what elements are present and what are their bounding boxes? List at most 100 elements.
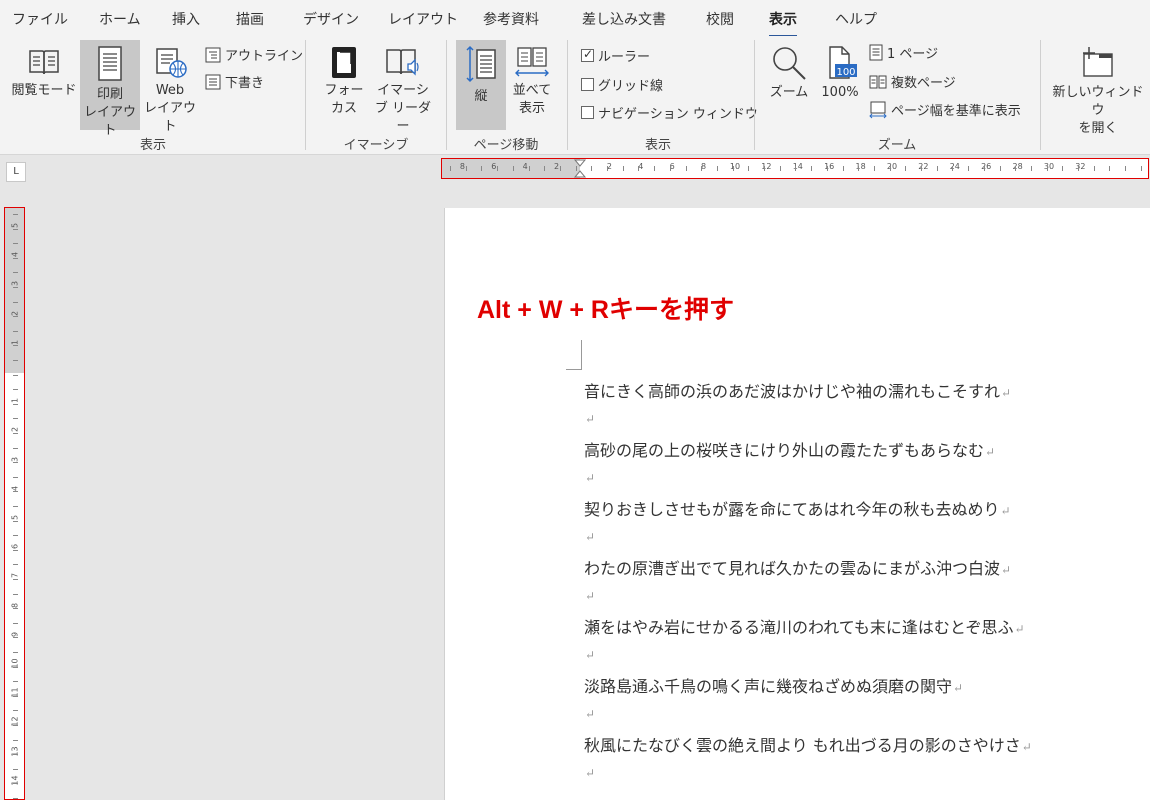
document-page[interactable]: Alt + W + Rキーを押す 音にきく高師の浜のあだ波はかけじや袖の濡れもこ…	[444, 208, 1150, 800]
one-page-button[interactable]: 1 ページ	[869, 43, 938, 62]
tab-insert[interactable]: 挿入	[172, 9, 200, 29]
group-separator	[1040, 40, 1041, 150]
document-paragraph[interactable]: 淡路島通ふ千鳥の鳴く声に幾夜ねざめぬ須磨の関守↵	[584, 673, 963, 697]
paragraph-mark-icon: ↵	[585, 588, 596, 603]
new-window-label-2: を開く	[1078, 121, 1118, 136]
paragraph-text: 契りおきしさせもが露を命にてあはれ今年の秋も去ぬめり	[584, 500, 1000, 519]
page-width-button[interactable]: ページ幅を基準に表示	[869, 100, 1021, 119]
instruction-annotation: Alt + W + Rキーを押す	[477, 296, 734, 324]
tab-design[interactable]: デザイン	[303, 9, 359, 29]
tab-file[interactable]: ファイル	[12, 9, 68, 29]
empty-paragraph[interactable]: ↵	[584, 526, 595, 545]
new-window-button[interactable]: 新しいウィンドウ を開く	[1048, 44, 1148, 138]
ruler-tick-label: 2	[10, 427, 20, 433]
group-separator	[567, 40, 568, 150]
draft-button[interactable]: 下書き	[205, 72, 264, 91]
multiple-pages-button[interactable]: 複数ページ	[869, 72, 956, 91]
ruler-minor-tick	[764, 166, 765, 171]
document-paragraph[interactable]: 高砂の尾の上の桜咲きにけり外山の霞たたずもあらなむ↵	[584, 437, 995, 461]
ruler-minor-tick	[669, 166, 671, 171]
document-paragraph[interactable]: 瀬をはやみ岩にせかるる滝川のわれても末に逢はむとぞ思ふ↵	[584, 614, 1025, 638]
tab-help[interactable]: ヘルプ	[835, 9, 877, 29]
ruler-tick-label: 28	[1012, 162, 1023, 171]
ruler-minor-tick	[1030, 166, 1032, 171]
gridlines-checkbox[interactable]: グリッド線	[581, 75, 663, 94]
zoom-label: ズーム	[769, 85, 809, 100]
tab-home[interactable]: ホーム	[99, 9, 141, 29]
tab-draw[interactable]: 描画	[236, 9, 264, 29]
ruler-tick-label: 11	[10, 687, 20, 698]
empty-paragraph[interactable]: ↵	[584, 585, 595, 604]
ruler-checkbox[interactable]: ルーラー	[581, 46, 650, 65]
ruler-minor-tick	[591, 166, 593, 171]
ruler-minor-tick	[622, 166, 624, 171]
zoom-button[interactable]: ズーム	[764, 44, 814, 102]
immersive-reader-button[interactable]: イマーシ ブ リーダー	[372, 44, 434, 136]
print-layout-button[interactable]: 印刷 レイアウト	[80, 40, 140, 138]
ruler-minor-tick	[1078, 166, 1079, 171]
tab-references[interactable]: 参考資料	[483, 9, 539, 29]
outline-button[interactable]: アウトライン	[205, 45, 303, 64]
ruler-minor-tick	[748, 166, 750, 171]
empty-paragraph[interactable]: ↵	[584, 762, 595, 781]
paragraph-mark-icon: ↵	[585, 470, 596, 485]
ruler-tick-label: 5	[10, 222, 20, 229]
paragraph-text: 秋風にたなびく雲の絶え間より もれ出づる月の影のさやけさ	[584, 736, 1021, 755]
vertical-ruler[interactable]: 5 4 3 2 1 1 2 3 4 5 6 7 8 9 10 11 12 13 14	[4, 207, 25, 800]
document-paragraph[interactable]: 音にきく高師の浜のあだ波はかけじや袖の濡れもこそすれ↵	[584, 378, 1011, 402]
ruler-minor-tick	[13, 462, 18, 464]
vertical-page-button[interactable]: 縦	[456, 40, 506, 130]
paragraph-text: わたの原漕ぎ出でて見れば久かたの雲ゐにまがふ沖つ白波	[584, 559, 1001, 578]
ruler-tick-label: 4	[522, 162, 528, 171]
ruler-minor-tick	[13, 506, 18, 507]
document-paragraph[interactable]: 契りおきしさせもが露を命にてあはれ今年の秋も去ぬめり↵	[584, 496, 1011, 520]
ruler-tick-label: 10	[10, 658, 20, 669]
ruler-tick-label: 3	[10, 281, 20, 287]
ruler-minor-tick	[13, 622, 18, 624]
print-layout-label-1: 印刷	[96, 87, 123, 102]
empty-paragraph[interactable]: ↵	[584, 644, 595, 663]
side-to-side-label-1: 並べて	[512, 83, 552, 98]
ruler-minor-tick	[13, 710, 18, 712]
ruler-minor-tick	[13, 798, 18, 799]
document-paragraph[interactable]: 秋風にたなびく雲の絶え間より もれ出づる月の影のさやけさ↵	[584, 732, 1032, 756]
zoom-100-icon-text: 100	[836, 67, 855, 78]
ruler-minor-tick	[905, 166, 907, 171]
tab-review[interactable]: 校閲	[706, 9, 734, 29]
ruler-minor-tick	[826, 166, 828, 171]
paragraph-text: 淡路島通ふ千鳥の鳴く声に幾夜ねざめぬ須磨の関守	[584, 677, 953, 696]
empty-paragraph[interactable]: ↵	[584, 408, 595, 427]
ruler-tick-label: 3	[10, 456, 20, 462]
zoom-100-button[interactable]: 100 100%	[816, 44, 864, 102]
web-layout-label-1: Web	[155, 83, 185, 98]
focus-button[interactable]: フォー カス	[314, 44, 374, 118]
ruler-minor-tick	[13, 666, 18, 668]
ruler-minor-tick	[13, 345, 18, 347]
read-mode-button[interactable]: 閲覧モード	[8, 44, 80, 100]
tab-mailings[interactable]: 差し込み文書	[582, 9, 666, 29]
ruler-minor-tick	[13, 257, 18, 259]
ruler-tick-label: 12	[10, 716, 20, 727]
tab-view[interactable]: 表示	[769, 9, 797, 38]
tab-selector[interactable]: L	[6, 162, 26, 182]
ruler-minor-tick	[13, 579, 18, 580]
ruler-minor-tick	[716, 166, 718, 171]
document-paragraph[interactable]: わたの原漕ぎ出でて見れば久かたの雲ゐにまがふ沖つ白波↵	[584, 555, 1011, 579]
side-to-side-button[interactable]: 並べて 表示	[508, 44, 556, 118]
ruler-tick-label: 4	[10, 485, 20, 491]
ruler-minor-tick	[13, 608, 18, 610]
tab-layout[interactable]: レイアウト	[388, 9, 458, 29]
ruler-minor-tick	[779, 166, 781, 171]
ruler-minor-tick	[497, 166, 499, 171]
ruler-minor-tick	[732, 166, 734, 171]
horizontal-ruler[interactable]: 8 6 4 2 2 4 6 8 10 12 14 16 18 20 22 24 26 28 30 32	[441, 158, 1149, 179]
navigation-pane-checkbox[interactable]: ナビゲーション ウィンドウ	[581, 103, 758, 122]
ruler-tick-label: 6	[491, 162, 497, 171]
ruler-tick-label: 14	[10, 775, 20, 786]
ruler-minor-tick	[13, 214, 18, 215]
ruler-minor-tick	[13, 243, 18, 245]
empty-paragraph[interactable]: ↵	[584, 467, 595, 486]
web-layout-button[interactable]: Web レイアウト	[140, 44, 200, 136]
ruler-minor-tick	[13, 754, 18, 756]
empty-paragraph[interactable]: ↵	[584, 703, 595, 722]
